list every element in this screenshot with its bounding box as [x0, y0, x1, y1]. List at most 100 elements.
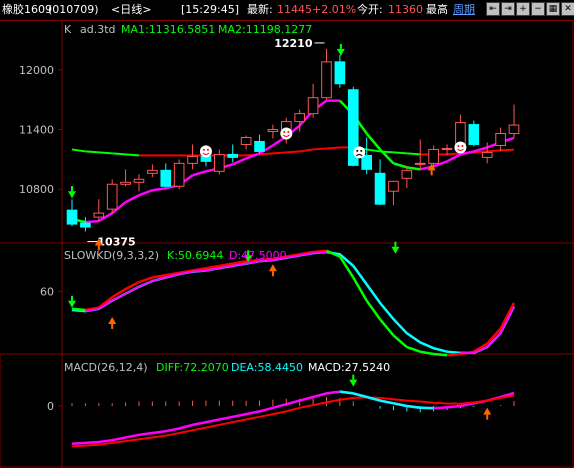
candle-body-up — [388, 180, 399, 192]
ma1-legend: MA1:11316.5851 — [121, 23, 215, 36]
candle-body-up — [93, 212, 105, 218]
smiley-eye-icon — [206, 148, 209, 151]
macd-diff-falling-segment — [406, 404, 421, 410]
macd-diff-falling-segment — [393, 402, 408, 408]
ma2-line-segment — [71, 148, 86, 153]
candle-body-up — [214, 153, 225, 172]
macd-sell-arrow-icon — [349, 379, 358, 387]
symbol-code: (010709) — [48, 3, 99, 16]
macd-diff-falling-segment — [352, 392, 367, 399]
ma1-line-segment — [124, 194, 140, 204]
ma2-line-segment — [98, 151, 113, 155]
kd-k-legend: K:50.6944 — [167, 249, 223, 262]
time-label: [15:29:45] — [181, 3, 239, 16]
ma1-line-segment — [138, 189, 153, 197]
candle-body-up — [267, 129, 279, 133]
smiley-eye-icon — [461, 144, 464, 147]
ma1-line-segment — [446, 153, 462, 163]
candle-body-up — [133, 178, 145, 183]
candle-body-down — [227, 153, 239, 158]
kd-k-line-segment — [406, 345, 421, 353]
smiley-eye-icon — [457, 144, 460, 147]
change-percent: +2.01% — [312, 3, 357, 16]
candle-body-down — [468, 124, 480, 145]
candle-body-down — [361, 154, 372, 170]
kd-k-line-segment — [433, 352, 448, 357]
candle-body-up — [187, 155, 198, 164]
candle-body-up — [321, 61, 332, 99]
macd-buy-arrow-icon — [483, 407, 492, 415]
candle-body-up — [173, 162, 185, 187]
candle-body-up — [307, 97, 319, 115]
candle-body-up — [441, 147, 453, 150]
close-button[interactable]: ✕ — [561, 2, 574, 16]
smiley-icon — [280, 127, 293, 140]
title-bar: 橡胶1609 (010709) <日线> [15:29:45] 最新: 1144… — [0, 0, 574, 21]
ma1-line-segment — [393, 162, 408, 169]
open-value: 11360 — [388, 3, 423, 16]
symbol-name: 橡胶1609 — [2, 3, 52, 16]
kd-tick-label: 60 — [40, 285, 54, 298]
forward-button[interactable]: ⇥ — [501, 2, 515, 16]
ma1-line-segment — [232, 157, 247, 166]
high-label: 最高 — [426, 3, 448, 16]
candle-body-up — [147, 169, 158, 174]
smiley-icon — [454, 141, 467, 154]
candle-body-down — [80, 222, 91, 228]
candle-body-down — [374, 172, 386, 205]
kd-buy-arrow-icon — [268, 264, 277, 272]
frown-icon — [353, 146, 366, 159]
price-tick-label: 12000 — [19, 64, 54, 77]
kd-k-line-segment — [365, 299, 382, 320]
latest-label: 最新: — [247, 3, 273, 16]
candle-body-up — [120, 181, 131, 185]
macd-dea-legend: DEA:58.4450 — [231, 361, 303, 374]
ma1-line-segment — [85, 219, 99, 224]
kd-d-line-cyan — [71, 250, 516, 355]
ma2-line-segment — [286, 150, 300, 154]
ma2-line-segment — [326, 146, 340, 150]
open-label: 今开: — [357, 3, 383, 16]
kd-d-legend: D:47.5000 — [229, 249, 287, 262]
ma2-line-segment — [112, 152, 126, 156]
ma2-line-segment — [500, 148, 515, 152]
zoom-out-button[interactable]: − — [531, 2, 545, 16]
kd-k-line-segment — [499, 302, 516, 330]
frown-eye-icon — [360, 149, 363, 152]
candle-body-down — [66, 209, 78, 225]
ma2-line-segment — [393, 151, 407, 155]
ma2-line-segment — [299, 148, 314, 153]
zoom-in-button[interactable]: + — [516, 2, 530, 16]
ma2-line-segment — [272, 151, 287, 155]
smiley-eye-icon — [287, 131, 290, 134]
grid-button[interactable]: ▦ — [546, 2, 560, 16]
kd-d-line-segment — [499, 306, 515, 334]
ma2-line-segment — [125, 153, 140, 157]
macd-diff-falling-segment — [379, 399, 394, 405]
price-tick-label: 10800 — [19, 183, 54, 196]
macd-diff-legend: DIFF:72.2070 — [156, 361, 229, 374]
ma1-line-segment — [406, 166, 421, 171]
low-price-mark: 10375 — [97, 236, 135, 249]
ma2-line-segment — [313, 147, 327, 151]
chart-area[interactable]: 12000 11400 10800 12210 10375 K ad.3td MA1:1131… — [0, 21, 574, 468]
kd-buy-arrow-icon — [108, 316, 117, 324]
candle-body-down — [334, 61, 346, 85]
macd-panel-title: MACD(26,12,4) — [64, 361, 148, 374]
ma1-line-segment — [192, 170, 207, 177]
kd-d-line-segment — [192, 269, 207, 273]
kd-k-line-segment — [392, 334, 408, 349]
period-link[interactable]: 周期 — [453, 3, 475, 17]
ma2-legend: MA2:11198.1277 — [218, 23, 312, 36]
sell-signal-arrow-icon — [336, 48, 345, 56]
kd-k-line-segment — [71, 307, 86, 312]
back-button[interactable]: ⇤ — [486, 2, 500, 16]
macd-tick-label: 0 — [47, 400, 54, 413]
kd-d-line-segment — [313, 250, 327, 255]
panel-title-name: ad.3td — [80, 23, 116, 36]
ma2-line-segment — [85, 150, 99, 154]
macd-diff-line — [71, 390, 515, 446]
kd-k-line-segment — [446, 352, 461, 357]
price-tick-label: 11400 — [19, 124, 54, 137]
ma1-line-segment — [365, 132, 382, 151]
